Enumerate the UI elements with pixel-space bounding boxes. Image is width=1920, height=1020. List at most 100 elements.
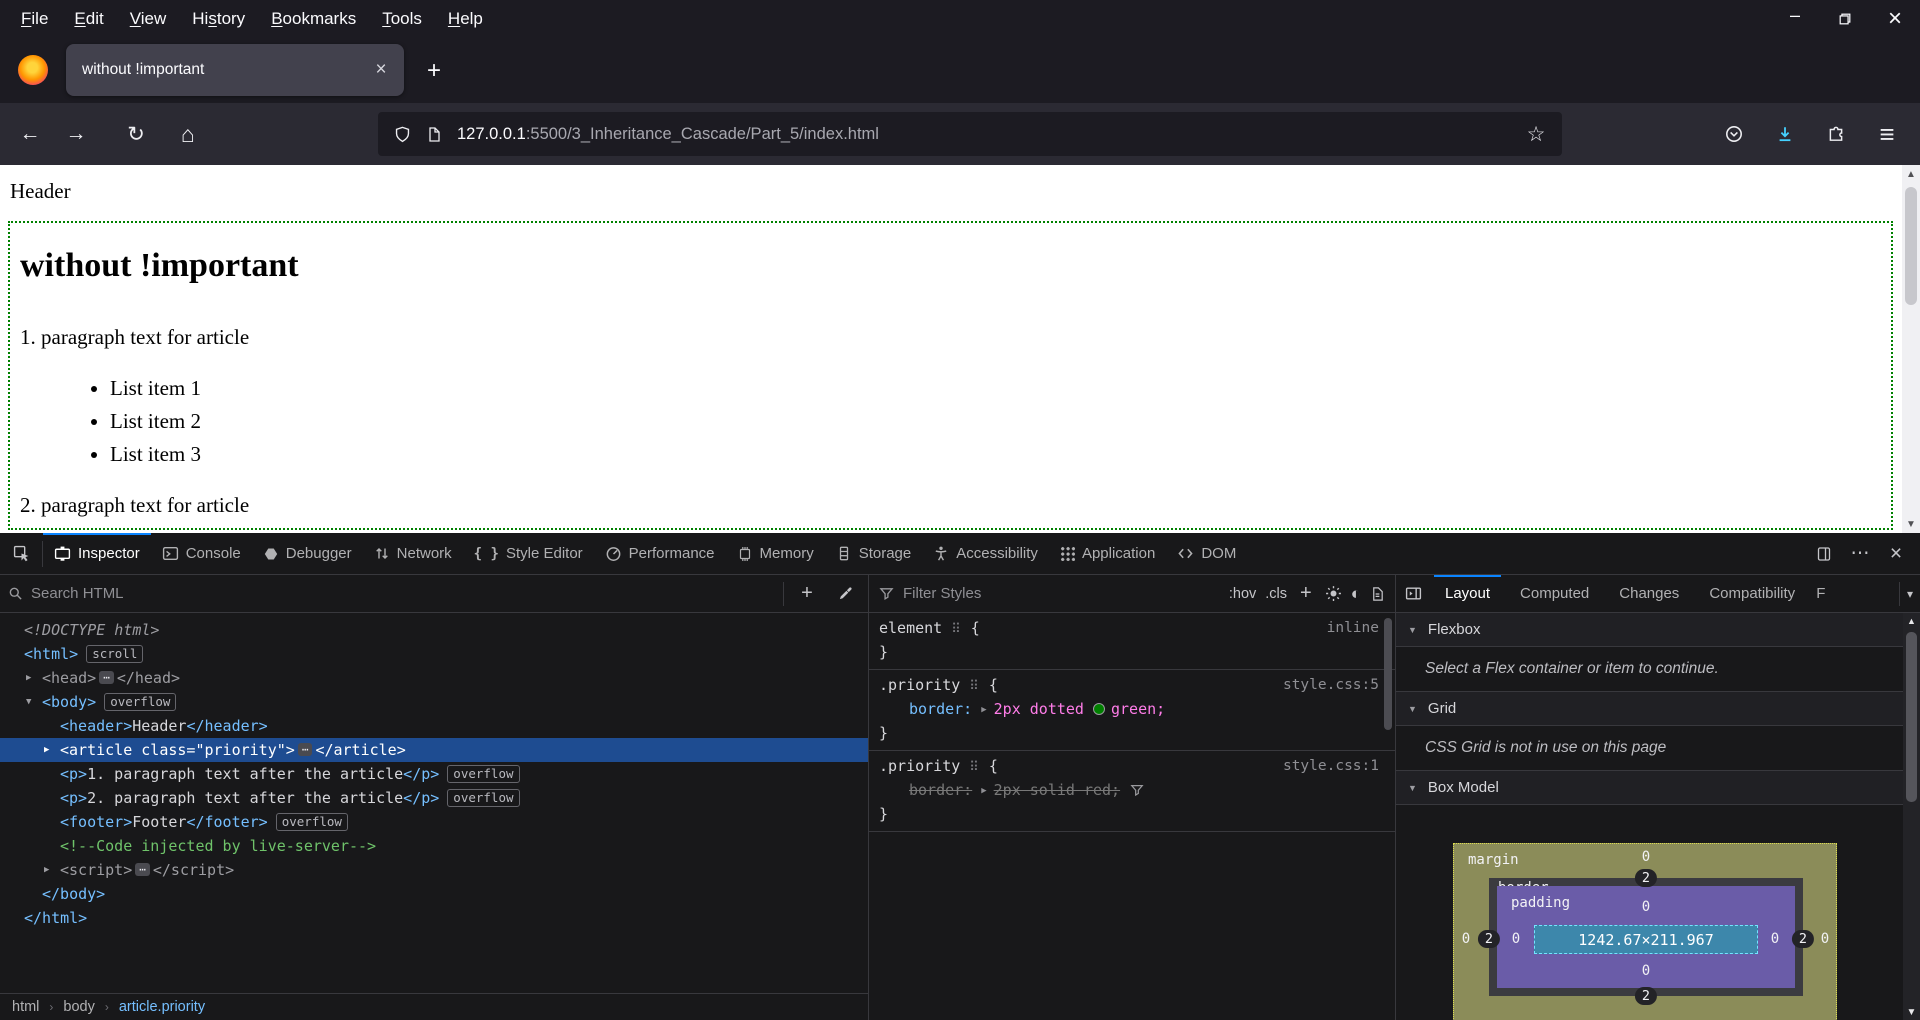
node-ellipsis-icon[interactable]: ⋯ <box>298 743 313 756</box>
all-tabs-button[interactable]: ▾ <box>1900 587 1920 601</box>
border-right-value[interactable]: 2 <box>1792 930 1814 948</box>
node-comment[interactable]: <!--Code injected by live-server--> <box>0 834 868 858</box>
overflow-badge[interactable]: overflow <box>447 789 519 807</box>
forward-button[interactable]: → <box>58 116 94 152</box>
scroll-badge[interactable]: scroll <box>86 645 143 663</box>
filter-styles-input[interactable] <box>903 585 1220 602</box>
margin-left-value[interactable]: 0 <box>1462 931 1470 947</box>
devtools-tab-memory[interactable]: Memory <box>726 533 825 575</box>
box-model-section-header[interactable]: ▼Box Model <box>1396 771 1903 805</box>
scroll-up-icon[interactable]: ▲ <box>1907 613 1916 629</box>
node-p2[interactable]: <p>2. paragraph text after the article</… <box>0 786 868 810</box>
rule-selector[interactable]: .priority <box>879 757 960 775</box>
node-html[interactable]: <html>scroll <box>0 642 868 666</box>
breadcrumb-article[interactable]: article.priority <box>119 999 205 1015</box>
css-property[interactable]: border: <box>909 700 972 718</box>
downloads-button[interactable] <box>1766 116 1804 152</box>
node-body[interactable]: ▼<body>overflow <box>0 690 868 714</box>
rule-dots-icon[interactable]: ⠿ <box>969 756 980 779</box>
devtools-tab-network[interactable]: Network <box>363 533 463 575</box>
back-button[interactable]: ← <box>12 116 48 152</box>
home-button[interactable]: ⌂ <box>170 116 206 152</box>
tab-close-button[interactable]: × <box>368 57 394 83</box>
menu-file[interactable]: File <box>8 5 61 33</box>
menu-history[interactable]: History <box>179 5 258 33</box>
breadcrumb-body[interactable]: body <box>63 999 94 1015</box>
expander-icon[interactable]: ▶ <box>44 858 49 882</box>
app-menu-button[interactable]: ≡ <box>1868 116 1906 152</box>
node-ellipsis-icon[interactable]: ⋯ <box>135 863 150 876</box>
pick-element-button[interactable] <box>0 533 42 575</box>
sidebar-tab-layout[interactable]: Layout <box>1430 575 1505 613</box>
overflow-badge[interactable]: overflow <box>276 813 348 831</box>
rule-dots-icon[interactable]: ⠿ <box>951 618 962 641</box>
sidebar-tab-computed[interactable]: Computed <box>1505 575 1604 613</box>
devtools-tab-console[interactable]: Console <box>151 533 252 575</box>
node-article-selected[interactable]: ▶<article class="priority">⋯</article> <box>0 738 868 762</box>
devtools-tab-application[interactable]: Application <box>1049 533 1166 575</box>
grid-section-header[interactable]: ▼Grid <box>1396 692 1903 726</box>
margin-top-value[interactable]: 0 <box>1642 849 1650 865</box>
expander-icon[interactable]: ▼ <box>26 690 31 714</box>
padding-left-value[interactable]: 0 <box>1512 931 1520 947</box>
margin-right-value[interactable]: 0 <box>1821 931 1829 947</box>
padding-top-value[interactable]: 0 <box>1642 899 1650 915</box>
reload-button[interactable]: ↻ <box>118 116 154 152</box>
add-rule-button[interactable]: + <box>1296 582 1316 605</box>
devtools-menu-button[interactable]: ⋯ <box>1844 538 1876 570</box>
dark-theme-sim-button[interactable]: ◐ <box>1351 584 1361 604</box>
rule-location[interactable]: inline <box>1327 620 1379 636</box>
firefox-logo[interactable] <box>18 55 48 85</box>
node-footer[interactable]: <footer>Footer</footer>overflow <box>0 810 868 834</box>
devtools-tab-performance[interactable]: Performance <box>594 533 726 575</box>
split-console-button[interactable] <box>1808 538 1840 570</box>
pseudo-class-toggle[interactable]: :hov <box>1229 586 1256 602</box>
rule-selector[interactable]: .priority <box>879 676 960 694</box>
rule-location-link[interactable]: style.css:5 <box>1283 677 1379 693</box>
scroll-down-icon[interactable]: ▼ <box>1906 515 1916 533</box>
border-left-value[interactable]: 2 <box>1478 930 1500 948</box>
overflow-badge[interactable]: overflow <box>104 693 176 711</box>
extensions-button[interactable] <box>1817 116 1855 152</box>
sidebar-tab-compatibility[interactable]: Compatibility <box>1694 575 1810 613</box>
print-sim-button[interactable] <box>1370 586 1385 602</box>
menu-view[interactable]: View <box>117 5 180 33</box>
node-header[interactable]: <header>Header</header> <box>0 714 868 738</box>
value-expander-icon[interactable]: ▶ <box>981 780 986 803</box>
node-ellipsis-icon[interactable]: ⋯ <box>99 671 114 684</box>
new-tab-button[interactable]: + <box>418 55 450 87</box>
declaration-border-green[interactable]: border:▶2px dotted green; <box>869 698 1395 722</box>
window-close-button[interactable]: × <box>1870 0 1920 37</box>
flexbox-section-header[interactable]: ▼Flexbox <box>1396 613 1903 647</box>
node-body-close[interactable]: </body> <box>0 882 868 906</box>
rule-location-link[interactable]: style.css:1 <box>1283 758 1379 774</box>
devtools-tab-accessibility[interactable]: Accessibility <box>922 533 1049 575</box>
expander-icon[interactable]: ▶ <box>26 666 31 690</box>
browser-tab[interactable]: without !important × <box>66 44 404 96</box>
search-html-input[interactable] <box>31 585 775 602</box>
devtools-close-button[interactable]: × <box>1880 538 1912 570</box>
breadcrumb-html[interactable]: html <box>12 999 39 1015</box>
padding-right-value[interactable]: 0 <box>1771 931 1779 947</box>
devtools-tab-storage[interactable]: Storage <box>825 533 923 575</box>
overridden-filter-icon[interactable] <box>1130 783 1144 797</box>
expander-icon[interactable]: ▶ <box>44 738 49 762</box>
scroll-down-icon[interactable]: ▼ <box>1907 1004 1917 1020</box>
value-expander-icon[interactable]: ▶ <box>981 699 986 722</box>
menu-bookmarks[interactable]: Bookmarks <box>258 5 369 33</box>
rule-dots-icon[interactable]: ⠿ <box>969 675 980 698</box>
url-bar[interactable]: 127.0.0.1:5500/3_Inheritance_Cascade/Par… <box>378 112 1562 156</box>
pocket-button[interactable] <box>1715 116 1753 152</box>
scrollbar-thumb[interactable] <box>1905 187 1917 305</box>
menu-edit[interactable]: Edit <box>61 5 116 33</box>
box-model-content-box[interactable]: 1242.67×211.967 <box>1534 925 1758 954</box>
overflow-badge[interactable]: overflow <box>447 765 519 783</box>
add-node-button[interactable]: + <box>792 579 822 609</box>
class-toggle[interactable]: .cls <box>1265 586 1287 602</box>
devtools-tab-inspector[interactable]: Inspector <box>43 533 151 575</box>
padding-bottom-value[interactable]: 0 <box>1642 963 1650 979</box>
rules-scrollbar[interactable] <box>1384 614 1394 730</box>
box-model-margin-box[interactable]: margin 0 0 0 border padding 1242.67×211.… <box>1453 843 1837 1020</box>
devtools-tab-debugger[interactable]: Debugger <box>252 533 363 575</box>
color-swatch-green[interactable] <box>1093 703 1105 715</box>
